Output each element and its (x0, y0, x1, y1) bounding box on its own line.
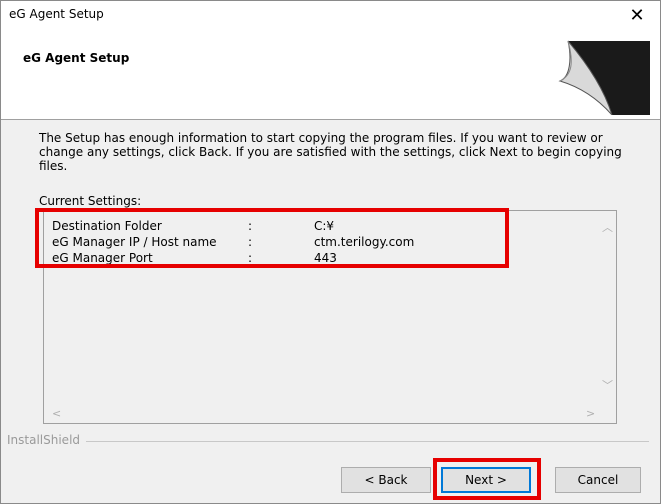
page-curl-icon (558, 40, 650, 115)
window-title: eG Agent Setup (9, 7, 104, 21)
header-title: eG Agent Setup (23, 51, 130, 65)
scroll-up-icon[interactable]: ︿ (602, 219, 613, 235)
close-icon[interactable]: ✕ (614, 1, 660, 29)
horizontal-scrollbar[interactable]: < > (44, 405, 598, 423)
current-settings-label: Current Settings: (39, 194, 142, 208)
next-highlight-box (433, 458, 541, 500)
installshield-brand: InstallShield (7, 433, 87, 447)
cancel-button[interactable]: Cancel (555, 467, 641, 493)
vertical-scrollbar[interactable]: ︿ ﹀ (598, 211, 616, 405)
intro-text: The Setup has enough information to star… (39, 131, 622, 173)
scroll-right-icon[interactable]: > (586, 407, 595, 420)
footer-divider (9, 441, 649, 442)
title-bar: eG Agent Setup ✕ (1, 1, 660, 29)
header-band: eG Agent Setup (1, 29, 660, 120)
scroll-down-icon[interactable]: ﹀ (602, 377, 613, 393)
settings-highlight-box (35, 208, 509, 268)
back-button[interactable]: < Back (341, 467, 431, 493)
scroll-left-icon[interactable]: < (52, 407, 61, 420)
setup-window: eG Agent Setup ✕ eG Agent Setup The Setu… (0, 0, 661, 504)
